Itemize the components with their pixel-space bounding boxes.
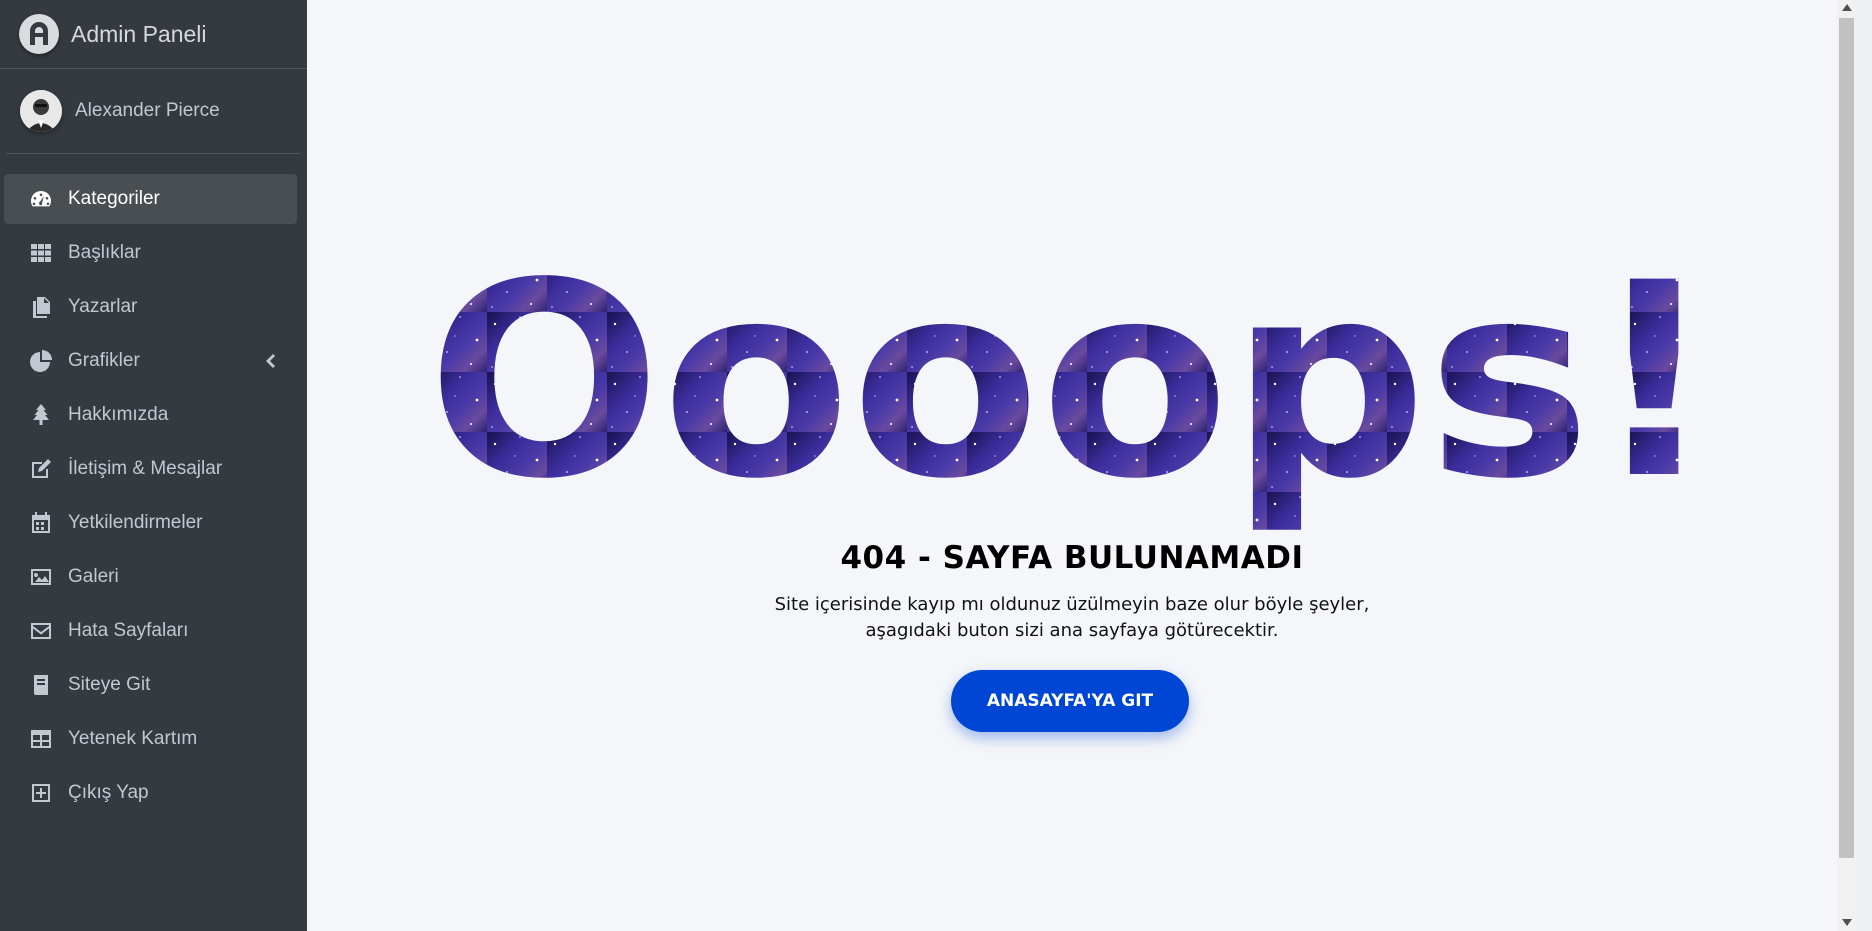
- sidebar-item-label: Yetenek Kartım: [68, 728, 198, 749]
- sidebar-item-grafikler[interactable]: Grafikler: [4, 336, 297, 386]
- sidebar-item-label: İletişim & Mesajlar: [68, 458, 223, 479]
- edit-icon: [28, 456, 54, 482]
- sidebar-item-iletisim[interactable]: İletişim & Mesajlar: [4, 444, 297, 494]
- sidebar-item-cikis-yap[interactable]: Çıkış Yap: [4, 768, 297, 818]
- sidebar-item-label: Başlıklar: [68, 242, 141, 263]
- sidebar-item-siteye-git[interactable]: Siteye Git: [4, 660, 297, 710]
- sidebar-item-label: Galeri: [68, 566, 119, 587]
- scroll-thumb[interactable]: [1839, 18, 1854, 858]
- go-home-button[interactable]: ANASAYFA'YA GIT: [951, 670, 1189, 732]
- sidebar-item-galeri[interactable]: Galeri: [4, 552, 297, 602]
- user-name: Alexander Pierce: [75, 100, 220, 121]
- pie-chart-icon: [28, 348, 54, 374]
- sidebar-nav: Kategoriler Başlıklar Yazarlar Grafikler: [0, 154, 307, 818]
- sidebar-item-kategoriler[interactable]: Kategoriler: [4, 174, 297, 224]
- sidebar-item-label: Yazarlar: [68, 296, 138, 317]
- main-content: Oooops! 404 - SAYFA BULUNAMADI Site içer…: [307, 0, 1837, 931]
- sidebar-item-hata-sayfalari[interactable]: Hata Sayfaları: [4, 606, 297, 656]
- oops-text: Oooops!: [427, 252, 1717, 538]
- scroll-down-arrow-icon[interactable]: [1842, 919, 1852, 926]
- image-icon: [28, 564, 54, 590]
- brand-logo-icon: [19, 14, 59, 54]
- sidebar-item-yetenek-kartim[interactable]: Yetenek Kartım: [4, 714, 297, 764]
- sidebar-item-label: Hakkımızda: [68, 404, 169, 425]
- book-icon: [28, 672, 54, 698]
- sidebar-item-yazarlar[interactable]: Yazarlar: [4, 282, 297, 332]
- envelope-icon: [28, 618, 54, 644]
- sidebar-item-label: Çıkış Yap: [68, 782, 149, 803]
- oops-headline: Oooops!: [427, 252, 1717, 538]
- table-icon: [28, 726, 54, 752]
- brand-link[interactable]: Admin Paneli: [0, 0, 307, 69]
- sidebar-item-basliklar[interactable]: Başlıklar: [4, 228, 297, 278]
- calendar-icon: [28, 510, 54, 536]
- sidebar-item-label: Siteye Git: [68, 674, 151, 695]
- plus-square-icon: [28, 780, 54, 806]
- tree-icon: [28, 402, 54, 428]
- sidebar-item-label: Kategoriler: [68, 188, 160, 209]
- copy-icon: [28, 294, 54, 320]
- grid-icon: [28, 240, 54, 266]
- sidebar-item-label: Grafikler: [68, 350, 140, 371]
- scrollbar[interactable]: [1837, 0, 1856, 931]
- dashboard-icon: [28, 186, 54, 212]
- window-edge: [1856, 0, 1872, 931]
- brand-title: Admin Paneli: [71, 20, 207, 47]
- error-title: 404 - SAYFA BULUNAMADI: [840, 540, 1304, 576]
- scroll-up-arrow-icon[interactable]: [1842, 4, 1852, 11]
- sidebar: Admin Paneli Alexander Pierce Kategorile…: [0, 0, 307, 931]
- user-panel[interactable]: Alexander Pierce: [6, 69, 301, 154]
- avatar: [20, 90, 62, 132]
- sidebar-item-hakkimizda[interactable]: Hakkımızda: [4, 390, 297, 440]
- error-description: Site içerisinde kayıp mı oldunuz üzülmey…: [774, 594, 1370, 641]
- sidebar-item-yetkilendirmeler[interactable]: Yetkilendirmeler: [4, 498, 297, 548]
- sidebar-item-label: Yetkilendirmeler: [68, 512, 203, 533]
- sidebar-item-label: Hata Sayfaları: [68, 620, 189, 641]
- chevron-left-icon[interactable]: [263, 353, 277, 369]
